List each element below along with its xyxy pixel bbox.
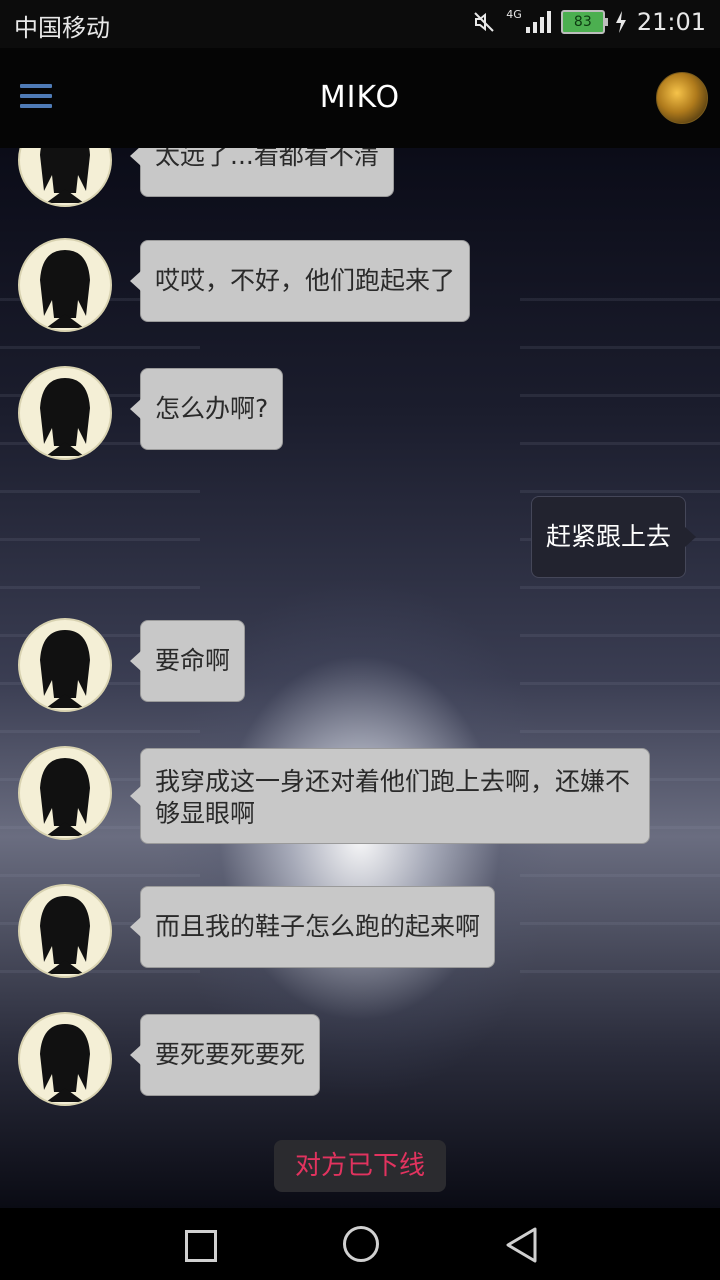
system-nav-bar	[0, 1208, 720, 1280]
avatar[interactable]	[18, 148, 112, 207]
app-bar: MIKO	[0, 48, 720, 148]
home-icon[interactable]	[343, 1226, 379, 1262]
chat-bubble: 怎么办啊?	[129, 368, 284, 450]
chat-bubble: 我穿成这一身还对着他们跑上去啊，还嫌不够显眼啊	[130, 748, 650, 844]
status-bar: 中国移动 4G 83 21:01	[0, 0, 720, 48]
profile-avatar[interactable]	[656, 72, 708, 124]
charging-icon	[615, 11, 626, 33]
recent-apps-icon[interactable]	[185, 1230, 217, 1262]
message-item: 要死要死要死	[0, 1012, 720, 1106]
page-title: MIKO	[319, 80, 401, 115]
message-item: 太远了...看都看不清	[0, 148, 720, 207]
chat-bubble: 要命啊	[129, 620, 246, 702]
character-avatar-icon	[40, 1024, 90, 1102]
message-item: 我穿成这一身还对着他们跑上去啊，还嫌不够显眼啊	[0, 746, 720, 846]
avatar[interactable]	[18, 618, 112, 712]
clock: 21:01	[636, 8, 706, 36]
avatar[interactable]	[18, 884, 112, 978]
signal-icon	[525, 11, 551, 33]
character-avatar-icon	[40, 758, 90, 836]
message-item: 怎么办啊?	[0, 366, 720, 460]
message-item: 赶紧跟上去	[0, 496, 720, 580]
chat-bubble: 而且我的鞋子怎么跑的起来啊	[129, 886, 496, 968]
chat-bubble: 要死要死要死	[129, 1014, 321, 1096]
avatar[interactable]	[18, 1012, 112, 1106]
chat-bubble: 哎哎，不好，他们跑起来了	[129, 240, 471, 322]
chat-bubble-self: 赶紧跟上去	[530, 496, 697, 578]
character-avatar-icon	[40, 148, 90, 203]
character-avatar-icon	[40, 378, 90, 456]
avatar[interactable]	[18, 366, 112, 460]
back-icon[interactable]	[504, 1226, 538, 1264]
avatar[interactable]	[18, 238, 112, 332]
character-avatar-icon	[40, 630, 90, 708]
mute-icon	[474, 12, 495, 32]
offline-notice: 对方已下线	[274, 1140, 446, 1192]
message-item: 哎哎，不好，他们跑起来了	[0, 238, 720, 332]
network-type: 4G	[506, 7, 522, 21]
character-avatar-icon	[40, 250, 90, 328]
character-avatar-icon	[40, 896, 90, 974]
carrier-name: 中国移动	[14, 14, 110, 42]
chat-bubble: 太远了...看都看不清	[130, 148, 394, 197]
message-item: 要命啊	[0, 618, 720, 712]
message-item: 而且我的鞋子怎么跑的起来啊	[0, 884, 720, 978]
avatar[interactable]	[18, 746, 112, 840]
battery-icon: 83	[560, 10, 608, 34]
chat-area[interactable]: 太远了...看都看不清 哎哎，不好，他们跑起来了 怎么办啊? 赶紧跟上去 要命啊…	[0, 148, 720, 1208]
